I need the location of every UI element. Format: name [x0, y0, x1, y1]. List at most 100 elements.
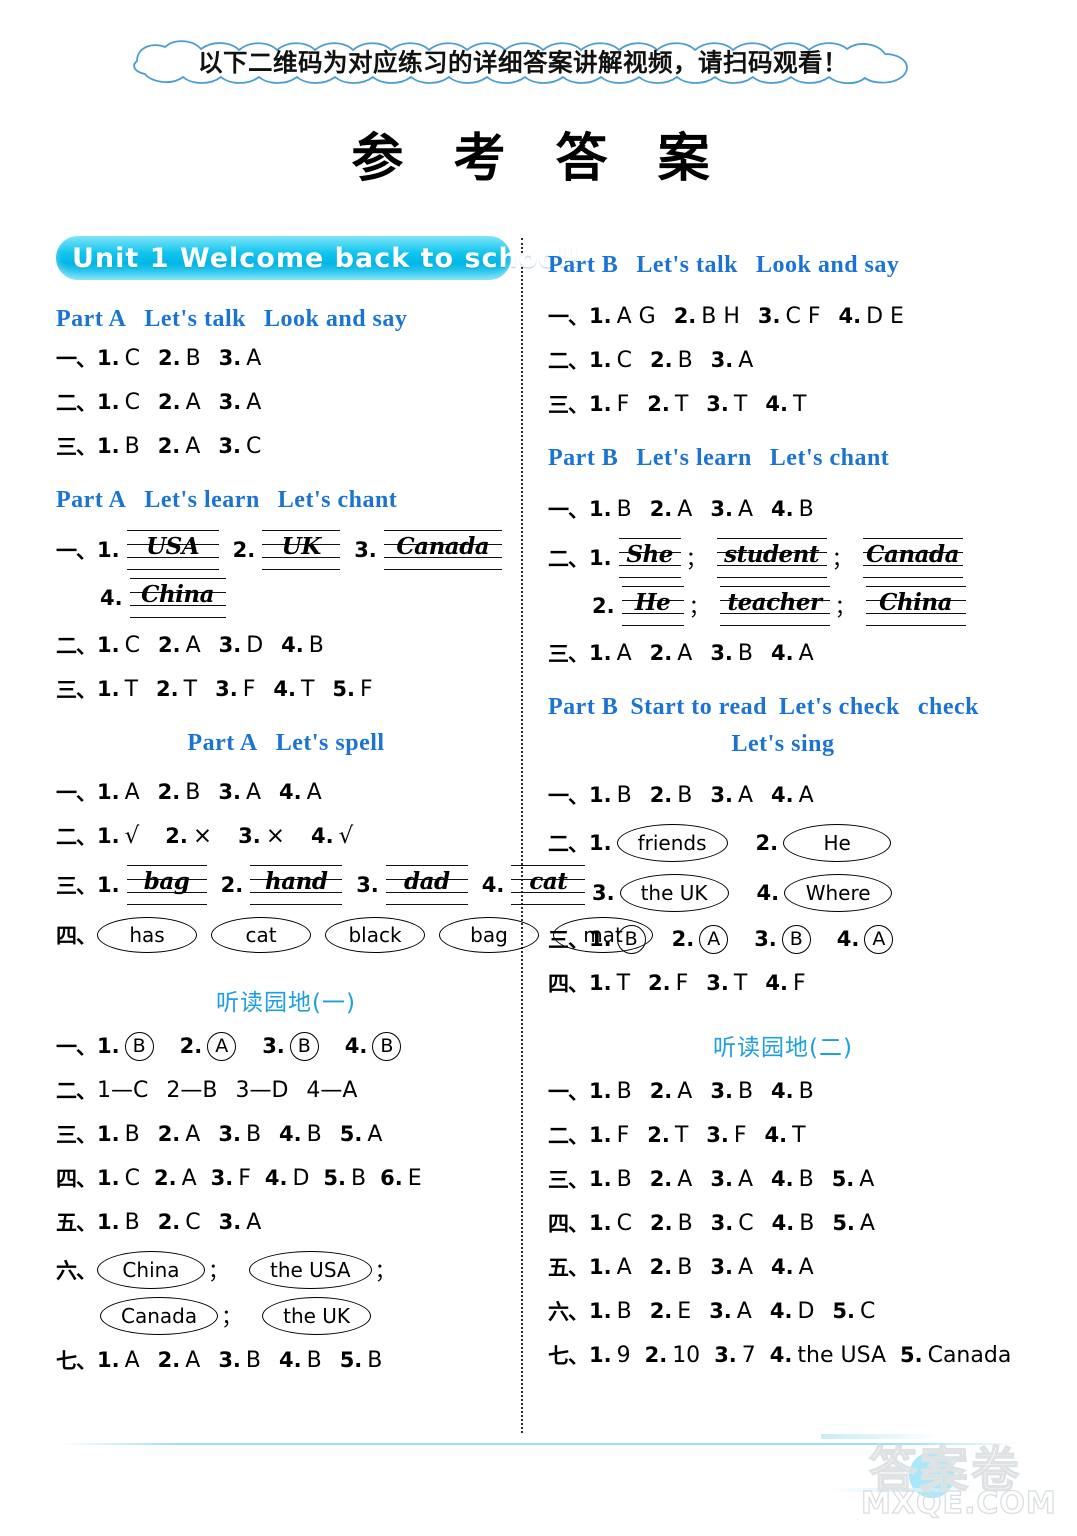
handwriting-box: He — [621, 586, 684, 626]
item-number: 3. — [218, 346, 242, 370]
item-value: C — [124, 345, 140, 371]
item-number: 2. — [649, 348, 673, 372]
item-value: F — [359, 676, 373, 702]
item-value: A — [124, 779, 140, 805]
answer-row: 三、 1. A 2. A 3. B 4. A — [548, 638, 1018, 668]
item-value: A — [677, 1166, 693, 1192]
item-value: C — [859, 1298, 876, 1324]
row-label: 三、 — [548, 642, 589, 666]
row-label: 二、 — [56, 391, 97, 415]
oval-word: the UK — [619, 874, 729, 912]
item-number: 3. — [215, 677, 238, 701]
row-label: 一、 — [548, 1080, 589, 1104]
handwriting-row: 三、 1. bag 2. hand 3. dad 4. cat — [56, 865, 586, 905]
item-number: 5. — [339, 1348, 363, 1372]
item-number: 1. — [589, 927, 612, 951]
circled-option: B — [124, 1031, 154, 1061]
section-header-topic4: Let's sing — [731, 731, 835, 757]
right-column: Part B Let's talk Look and say 一、 1. A G 2.… — [548, 236, 1018, 1384]
circled-option: B — [781, 924, 811, 954]
item-value: B — [616, 1298, 632, 1324]
section-header-topic3: check — [917, 694, 979, 720]
item-value: B — [185, 779, 201, 805]
item-number: 2. — [592, 594, 615, 618]
handwriting-box: hand — [250, 865, 343, 905]
answer-row: 一、 1. A 2. B 3. A 4. A — [56, 777, 516, 807]
row-label: 二、 — [548, 547, 589, 571]
answer-row: 二、 1—C 2—B 3—D 4—A — [56, 1075, 516, 1105]
handwriting-row: 2. He ； teacher ； China — [548, 586, 1018, 626]
section-header-part: Part A — [187, 730, 258, 756]
item-value: 2—B — [166, 1077, 218, 1103]
item-number: 2. — [755, 831, 779, 855]
item-number: 1. — [589, 392, 612, 416]
oval-answer-row: 六、 China； the USA； — [56, 1251, 516, 1289]
item-number: 4. — [765, 971, 788, 995]
handwriting-row: 4. China — [56, 578, 516, 618]
item-number: 3. — [706, 1123, 729, 1147]
item-number: 2. — [157, 1122, 181, 1146]
oval-word: China — [97, 1251, 205, 1289]
item-value: A — [859, 1166, 875, 1192]
section-header-b-lets-talk: Part B Let's talk Look and say — [548, 252, 1018, 279]
item-value: C — [245, 433, 262, 459]
item-value: B — [367, 1347, 383, 1373]
row-label: 二、 — [548, 1124, 589, 1148]
item-number: 2. — [649, 641, 673, 665]
item-number: 4. — [838, 304, 862, 328]
item-value: A — [246, 389, 262, 415]
item-value: T — [674, 391, 689, 417]
item-number: 2. — [157, 346, 181, 370]
item-number: 3. — [262, 1034, 285, 1058]
oval-word: Where — [784, 874, 893, 912]
item-number: 5. — [332, 677, 355, 701]
item-value: B — [616, 1166, 632, 1192]
item-value: B — [308, 632, 324, 658]
item-number: 1. — [97, 633, 120, 657]
item-value: C — [185, 1209, 201, 1235]
separator: ； — [688, 596, 710, 619]
item-value: B — [124, 433, 140, 459]
item-value: T — [300, 676, 315, 702]
item-value: B — [799, 1210, 815, 1236]
item-number: 3. — [710, 1167, 733, 1191]
circled-option: B — [372, 1031, 402, 1061]
answer-row: 一、 1. B 2. A 3. A 4. B — [548, 494, 1018, 524]
item-number: 5. — [323, 1166, 347, 1190]
item-number: 4. — [764, 1123, 788, 1147]
oval-word: the USA — [249, 1251, 372, 1289]
item-number: 4. — [273, 677, 296, 701]
row-label: 三、 — [56, 1123, 97, 1147]
item-number: 3. — [757, 304, 781, 328]
notice-banner: 以下二维码为对应练习的详细答案讲解视频，请扫码观看！ — [113, 36, 933, 86]
item-number: 2. — [157, 434, 181, 458]
row-label: 二、 — [548, 832, 589, 856]
item-value: B — [185, 345, 201, 371]
item-number: 2. — [649, 1299, 673, 1323]
section-header-topic1: Let's talk — [144, 306, 246, 332]
item-number: 1. — [589, 348, 612, 372]
item-value: A — [736, 1298, 752, 1324]
item-number: 3. — [238, 824, 261, 848]
item-number: 1. — [97, 538, 120, 562]
item-number: 1. — [97, 1034, 120, 1058]
item-number: 2. — [157, 390, 181, 414]
answer-row: 三、 1. B 2. A 3. B 4. A — [548, 924, 1018, 954]
answer-row: 一、 1. B 2. A 3. B 4. B — [548, 1076, 1018, 1106]
item-value: F — [616, 1122, 630, 1148]
item-number: 3. — [218, 1210, 242, 1234]
oval-word: He — [783, 824, 892, 862]
row-label: 一、 — [56, 539, 97, 563]
row-label: 三、 — [548, 393, 589, 417]
item-number: 2. — [649, 497, 673, 521]
section-header-topic1: Let's talk — [636, 252, 738, 278]
handwriting-word: dad — [403, 867, 450, 895]
item-number: 4. — [771, 1211, 795, 1235]
section-header-b-lets-sing: Let's sing — [548, 731, 1018, 758]
item-number: 3. — [710, 497, 733, 521]
item-value: A — [737, 782, 754, 808]
answer-row: 五、 1. A 2. B 3. A 4. A — [548, 1252, 1018, 1282]
oval-answer-row: Canada； the UK — [56, 1297, 516, 1335]
section-header-topic2: Look and say — [755, 252, 900, 278]
handwriting-box: Canada — [383, 530, 502, 570]
